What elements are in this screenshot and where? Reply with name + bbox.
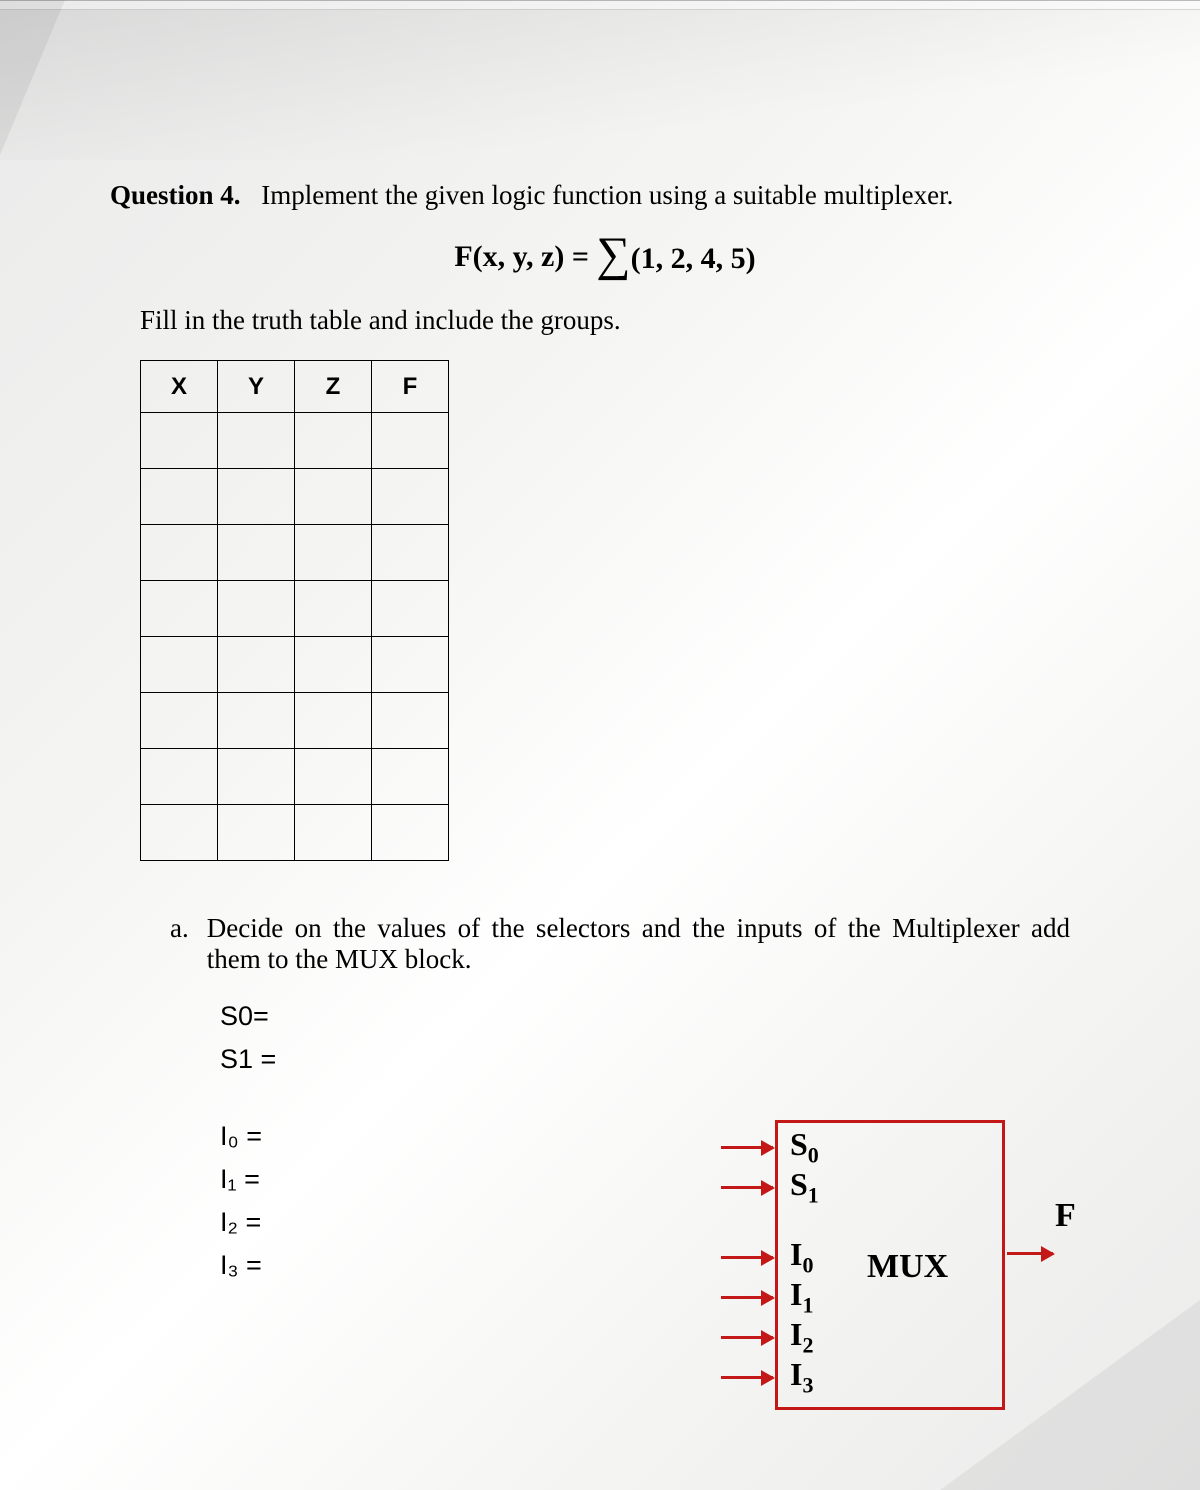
table-cell[interactable]	[218, 749, 295, 805]
fill-instruction: Fill in the truth table and include the …	[140, 305, 1100, 336]
col-y: Y	[218, 361, 295, 413]
arrow-in	[721, 1336, 773, 1339]
question-number: Question 4.	[110, 180, 241, 210]
table-cell[interactable]	[218, 693, 295, 749]
table-cell[interactable]	[295, 749, 372, 805]
answer-s0: S0=	[220, 1001, 1100, 1032]
arrow-in	[721, 1376, 773, 1379]
table-cell[interactable]	[295, 413, 372, 469]
table-cell[interactable]	[141, 469, 218, 525]
col-f: F	[372, 361, 449, 413]
table-cell[interactable]	[295, 637, 372, 693]
table-row	[141, 693, 449, 749]
question-header: Question 4. Implement the given logic fu…	[110, 180, 1100, 211]
table-row	[141, 413, 449, 469]
mux-input-label: I1	[790, 1276, 813, 1318]
part-a: a. Decide on the values of the selectors…	[170, 913, 1070, 975]
answer-s1: S1 =	[220, 1044, 1100, 1075]
table-header-row: X Y Z F	[141, 361, 449, 413]
table-row	[141, 805, 449, 861]
sigma-icon: ∑	[596, 231, 630, 279]
mux-diagram: MUX F S0S1 I0I1I2I3	[695, 1120, 1115, 1440]
table-cell[interactable]	[372, 581, 449, 637]
part-a-marker: a.	[170, 913, 189, 975]
truth-table: X Y Z F	[140, 360, 449, 861]
mux-input-label: S0	[790, 1126, 819, 1168]
table-cell[interactable]	[141, 749, 218, 805]
col-z: Z	[295, 361, 372, 413]
arrow-out	[1007, 1252, 1053, 1255]
table-cell[interactable]	[218, 637, 295, 693]
table-cell[interactable]	[372, 637, 449, 693]
table-cell[interactable]	[218, 413, 295, 469]
table-cell[interactable]	[295, 581, 372, 637]
table-row	[141, 525, 449, 581]
table-cell[interactable]	[295, 805, 372, 861]
table-cell[interactable]	[295, 469, 372, 525]
table-row	[141, 637, 449, 693]
formula-lhs: F(x, y, z) =	[454, 240, 589, 273]
arrow-in	[721, 1146, 773, 1149]
mux-input-label: S1	[790, 1166, 819, 1208]
table-row	[141, 749, 449, 805]
table-cell[interactable]	[218, 525, 295, 581]
table-cell[interactable]	[372, 413, 449, 469]
table-cell[interactable]	[295, 525, 372, 581]
table-cell[interactable]	[141, 693, 218, 749]
mux-title: MUX	[867, 1248, 948, 1286]
formula: F(x, y, z) = ∑ (1, 2, 4, 5)	[110, 235, 1100, 283]
table-cell[interactable]	[372, 805, 449, 861]
mux-input-label: I3	[790, 1356, 813, 1398]
table-row	[141, 469, 449, 525]
table-cell[interactable]	[218, 805, 295, 861]
table-row	[141, 581, 449, 637]
table-cell[interactable]	[141, 525, 218, 581]
table-cell[interactable]	[372, 749, 449, 805]
mux-input-label: I0	[790, 1236, 813, 1278]
table-cell[interactable]	[218, 469, 295, 525]
mux-input-label: I2	[790, 1316, 813, 1358]
formula-rhs: (1, 2, 4, 5)	[631, 242, 756, 276]
table-cell[interactable]	[295, 693, 372, 749]
table-cell[interactable]	[141, 637, 218, 693]
table-cell[interactable]	[141, 581, 218, 637]
mux-output-f: F	[1055, 1197, 1076, 1235]
table-cell[interactable]	[141, 413, 218, 469]
table-cell[interactable]	[372, 525, 449, 581]
arrow-in	[721, 1256, 773, 1259]
col-x: X	[141, 361, 218, 413]
question-prompt: Implement the given logic function using…	[261, 180, 953, 210]
part-a-text: Decide on the values of the selectors an…	[207, 913, 1070, 975]
arrow-in	[721, 1296, 773, 1299]
table-cell[interactable]	[372, 693, 449, 749]
table-cell[interactable]	[218, 581, 295, 637]
table-cell[interactable]	[372, 469, 449, 525]
arrow-in	[721, 1186, 773, 1189]
table-cell[interactable]	[141, 805, 218, 861]
